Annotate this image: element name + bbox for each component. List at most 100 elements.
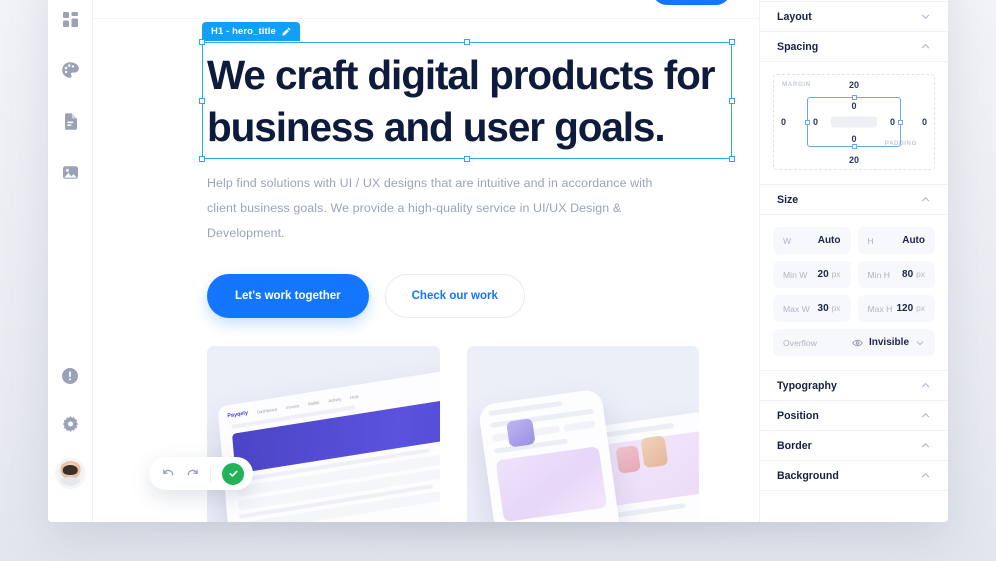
min-height-value: 80 — [902, 269, 914, 280]
spacing-widget[interactable]: MARGIN PADDING 20 20 0 0 0 0 0 0 — [773, 74, 935, 170]
dashboard-mockup-card[interactable]: Payqely Dashboard Invoice Wallet Activit… — [207, 346, 440, 522]
width-label: W — [783, 235, 792, 246]
resize-handle-middle-right[interactable] — [729, 97, 735, 104]
resize-handle-top-center[interactable] — [464, 39, 471, 46]
selection-badge[interactable]: H1 - hero_title — [202, 22, 300, 41]
cta-row: Let's work together Check our work — [207, 274, 699, 318]
mockup-nav-item: Wallet — [307, 399, 320, 407]
mockup-nav-item: Help — [350, 393, 359, 400]
mockup-logo: Payqely — [227, 410, 249, 420]
padding-right-value[interactable]: 0 — [890, 117, 895, 127]
padding-left-value[interactable]: 0 — [813, 117, 818, 127]
site-topbar: Contact — [93, 0, 759, 19]
confirm-button[interactable] — [222, 462, 244, 485]
chevron-down-icon[interactable] — [920, 11, 931, 22]
resize-handle-bottom-left[interactable] — [199, 155, 206, 162]
phone-art-shape — [505, 418, 536, 448]
min-height-field[interactable]: Min H 80 px — [857, 261, 935, 288]
max-width-unit: px — [831, 303, 841, 313]
spacing-handle-right[interactable] — [898, 119, 903, 125]
undo-icon[interactable] — [162, 467, 175, 480]
eye-icon — [852, 339, 863, 347]
avatar[interactable] — [57, 461, 83, 486]
section-header-background[interactable]: Background — [760, 461, 948, 491]
phone-nft-tile — [602, 430, 699, 507]
lets-work-together-button[interactable]: Let's work together — [207, 274, 369, 318]
mobile-mockup-card[interactable] — [466, 346, 699, 522]
hero-paragraph: Help find solutions with UI / UX designs… — [207, 171, 677, 246]
chevron-up-icon[interactable] — [920, 410, 931, 421]
laptop-dashboard-mockup: Payqely Dashboard Invoice Wallet Activit… — [217, 361, 440, 522]
min-height-unit: px — [916, 269, 925, 279]
left-rail — [48, 0, 93, 522]
document-icon[interactable] — [59, 110, 81, 132]
palette-icon[interactable] — [59, 59, 81, 81]
selection-badge-label: H1 - hero_title — [211, 26, 276, 37]
max-height-value: 120 — [896, 303, 914, 314]
height-field[interactable]: H Auto — [857, 227, 935, 254]
gear-icon[interactable] — [59, 413, 81, 435]
check-our-work-button[interactable]: Check our work — [384, 274, 525, 318]
chevron-down-icon[interactable] — [915, 338, 925, 348]
resize-handle-middle-left[interactable] — [199, 97, 206, 104]
margin-label: MARGIN — [782, 81, 811, 88]
max-height-field[interactable]: Max H 120 px — [857, 295, 935, 322]
image-icon[interactable] — [59, 161, 81, 183]
margin-right-value[interactable]: 0 — [922, 117, 927, 127]
inspector-panel: 1 on this page, 7 on other pages. Layout… — [760, 0, 948, 522]
spacing-section-body: MARGIN PADDING 20 20 0 0 0 0 0 0 — [760, 62, 948, 185]
width-value: Auto — [817, 235, 841, 246]
info-icon[interactable] — [59, 365, 81, 387]
phone-art-shape — [614, 445, 641, 474]
left-rail-top-group — [59, 8, 81, 183]
section-header-size[interactable]: Size — [760, 185, 948, 215]
section-title-size: Size — [777, 193, 799, 206]
margin-top-value[interactable]: 20 — [849, 80, 859, 90]
redo-icon[interactable] — [186, 467, 199, 480]
section-header-border[interactable]: Border — [760, 431, 948, 461]
chevron-up-icon[interactable] — [920, 470, 931, 481]
height-value: Auto — [902, 235, 925, 246]
phone-mockup-front — [477, 388, 628, 522]
section-header-layout[interactable]: Layout — [760, 2, 948, 32]
min-height-label: Min H — [867, 269, 890, 280]
size-section-body: W Auto H Auto Min W 20 px Min H 80 px Ma… — [760, 215, 948, 371]
mockup-nav-item: Dashboard — [256, 406, 278, 415]
max-width-value: 30 — [817, 303, 829, 314]
resize-handle-bottom-center[interactable] — [464, 155, 471, 162]
min-width-unit: px — [831, 269, 841, 279]
max-width-field[interactable]: Max W 30 px — [773, 295, 851, 322]
chevron-up-icon[interactable] — [920, 41, 931, 52]
chevron-up-icon[interactable] — [920, 380, 931, 391]
app-window: Contact H1 - hero_title We craft digital… — [48, 0, 948, 522]
size-fields-grid: W Auto H Auto Min W 20 px Min H 80 px Ma… — [773, 227, 935, 356]
resize-handle-top-right[interactable] — [729, 39, 735, 46]
padding-bottom-value[interactable]: 0 — [851, 134, 856, 144]
phone-caption — [612, 502, 686, 519]
spacing-handle-bottom[interactable] — [851, 144, 857, 149]
section-header-spacing[interactable]: Spacing — [760, 32, 948, 62]
section-title-position: Position — [777, 409, 819, 422]
width-field[interactable]: W Auto — [773, 227, 851, 254]
min-width-field[interactable]: Min W 20 px — [773, 261, 851, 288]
section-header-position[interactable]: Position — [760, 401, 948, 431]
showcase-cards: Payqely Dashboard Invoice Wallet Activit… — [207, 346, 699, 522]
hero-title-line-1: We craft digital products for — [207, 52, 716, 98]
min-width-label: Min W — [783, 269, 808, 280]
spacing-handle-top[interactable] — [851, 95, 857, 100]
margin-bottom-value[interactable]: 20 — [849, 155, 859, 165]
chevron-up-icon[interactable] — [920, 194, 931, 205]
site-contact-button[interactable]: Contact — [651, 0, 731, 5]
mockup-nav-item: Invoice — [285, 402, 300, 410]
selected-heading-wrapper[interactable]: H1 - hero_title We craft digital product… — [199, 22, 735, 162]
margin-left-value[interactable]: 0 — [781, 117, 786, 127]
overflow-field[interactable]: Overflow Invisible — [773, 329, 935, 356]
section-header-typography[interactable]: Typography — [760, 371, 948, 401]
layout-icon[interactable] — [59, 8, 81, 30]
section-title-layout: Layout — [777, 10, 812, 23]
pencil-icon[interactable] — [282, 27, 291, 36]
chevron-up-icon[interactable] — [920, 440, 931, 451]
spacing-handle-left[interactable] — [805, 119, 810, 125]
padding-top-value[interactable]: 0 — [851, 101, 856, 111]
resize-handle-bottom-right[interactable] — [729, 155, 735, 162]
